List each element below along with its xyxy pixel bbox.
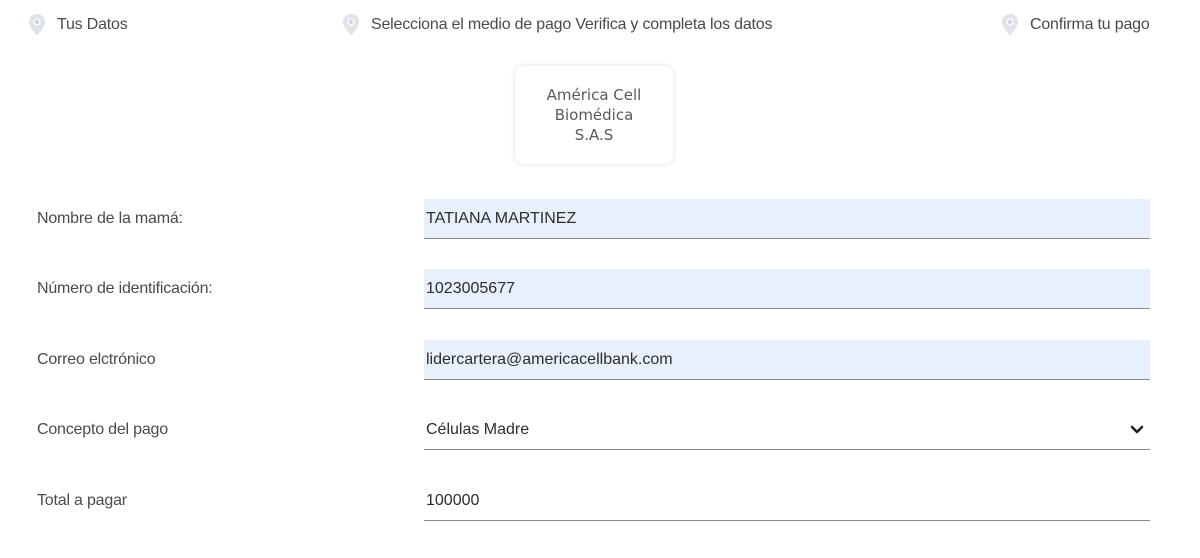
logo-line: América Cell: [546, 86, 642, 104]
nombre-mama-input[interactable]: [424, 199, 1150, 239]
logo-text: América Cell Biomédica S.A.S: [547, 85, 642, 145]
email-input[interactable]: [424, 340, 1150, 380]
location-pin-icon: [1002, 14, 1018, 36]
form-row-concepto: Concepto del pago Células Madre: [0, 410, 1200, 454]
concepto-label: Concepto del pago: [37, 421, 168, 438]
correo-label: Correo elctrónico: [37, 351, 156, 368]
identificacion-label: Número de identificación:: [37, 280, 213, 297]
step-label: Confirma tu pago: [1030, 16, 1150, 33]
total-pagar-input[interactable]: [424, 481, 1150, 521]
form-row-identificacion: Número de identificación:: [0, 269, 1200, 313]
form-row-nombre: Nombre de la mamá:: [0, 199, 1200, 243]
step-tus-datos: Tus Datos: [27, 10, 128, 40]
chevron-down-icon: [1130, 425, 1144, 433]
form-row-correo: Correo elctrónico: [0, 340, 1200, 384]
step-medio-de-pago: Selecciona el medio de pago Verifica y c…: [341, 10, 772, 40]
logo-line: S.A.S: [574, 126, 614, 144]
company-logo: América Cell Biomédica S.A.S: [515, 66, 673, 164]
step-confirma-pago: Confirma tu pago: [1000, 10, 1150, 40]
location-pin-icon: [343, 14, 359, 36]
step-label: Selecciona el medio de pago Verifica y c…: [371, 16, 773, 33]
progress-steps: Tus Datos Selecciona el medio de pago Ve…: [0, 10, 1200, 42]
form-row-total: Total a pagar: [0, 481, 1200, 525]
concepto-selected-value: Células Madre: [426, 420, 530, 438]
concepto-pago-select[interactable]: Células Madre: [424, 410, 1150, 450]
total-label: Total a pagar: [37, 492, 127, 509]
logo-line: Biomédica: [554, 106, 634, 124]
step-label: Tus Datos: [57, 16, 128, 33]
identificacion-input[interactable]: [424, 269, 1150, 309]
nombre-label: Nombre de la mamá:: [37, 210, 183, 227]
location-pin-icon: [29, 14, 45, 36]
